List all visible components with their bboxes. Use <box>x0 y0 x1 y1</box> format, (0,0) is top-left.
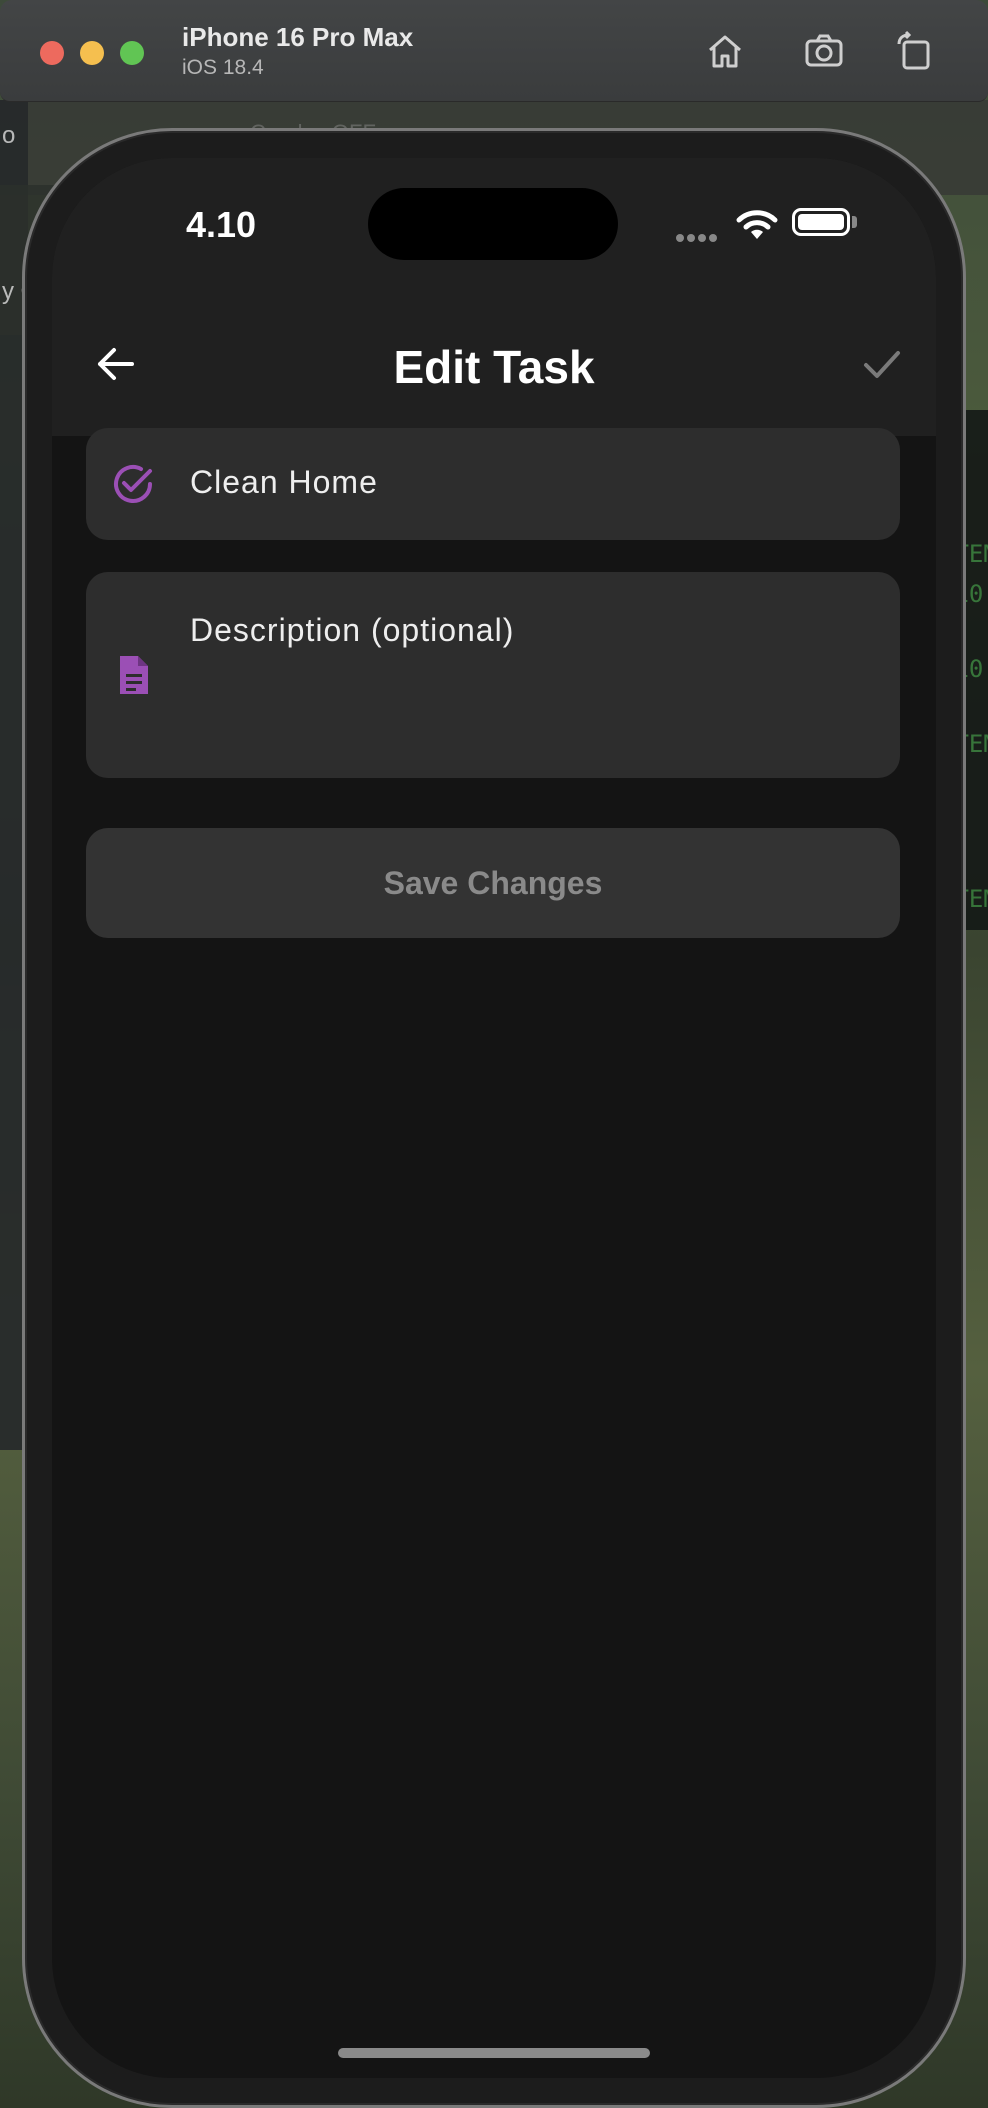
battery-icon <box>792 208 850 236</box>
home-indicator[interactable] <box>338 2048 650 2058</box>
dynamic-island <box>368 188 618 260</box>
cellular-icon <box>676 229 720 247</box>
app-bar: Edit Task <box>52 298 936 436</box>
screenshot-icon[interactable] <box>803 30 845 72</box>
save-changes-button[interactable]: Save Changes <box>86 828 900 938</box>
checkmark-icon <box>864 351 900 378</box>
rotate-icon[interactable] <box>893 30 935 72</box>
page-title: Edit Task <box>393 341 595 393</box>
status-bar: 4.10 <box>52 158 936 298</box>
task-title-input[interactable]: Clean Home <box>190 464 378 501</box>
wifi-icon <box>736 208 778 242</box>
close-window-button[interactable] <box>40 41 64 65</box>
task-description-field[interactable]: Description (optional) <box>86 572 900 778</box>
simulator-title-bar: iPhone 16 Pro Max iOS 18.4 <box>0 0 988 102</box>
confirm-button[interactable] <box>852 334 912 394</box>
device-name: iPhone 16 Pro Max <box>182 22 414 52</box>
minimize-window-button[interactable] <box>80 41 104 65</box>
home-icon[interactable] <box>704 30 746 72</box>
document-icon <box>110 652 156 698</box>
phone-screen: 4.10 Edit Task Clean Home Description (o… <box>52 158 936 2078</box>
check-circle-icon <box>110 461 156 507</box>
background-left-fragment: o <box>2 122 16 149</box>
description-placeholder[interactable]: Description (optional) <box>190 612 514 649</box>
battery-tip <box>852 216 857 228</box>
zoom-window-button[interactable] <box>120 41 144 65</box>
task-title-field[interactable]: Clean Home <box>86 428 900 540</box>
status-time: 4.10 <box>186 204 257 245</box>
os-version: iOS 18.4 <box>182 56 264 79</box>
